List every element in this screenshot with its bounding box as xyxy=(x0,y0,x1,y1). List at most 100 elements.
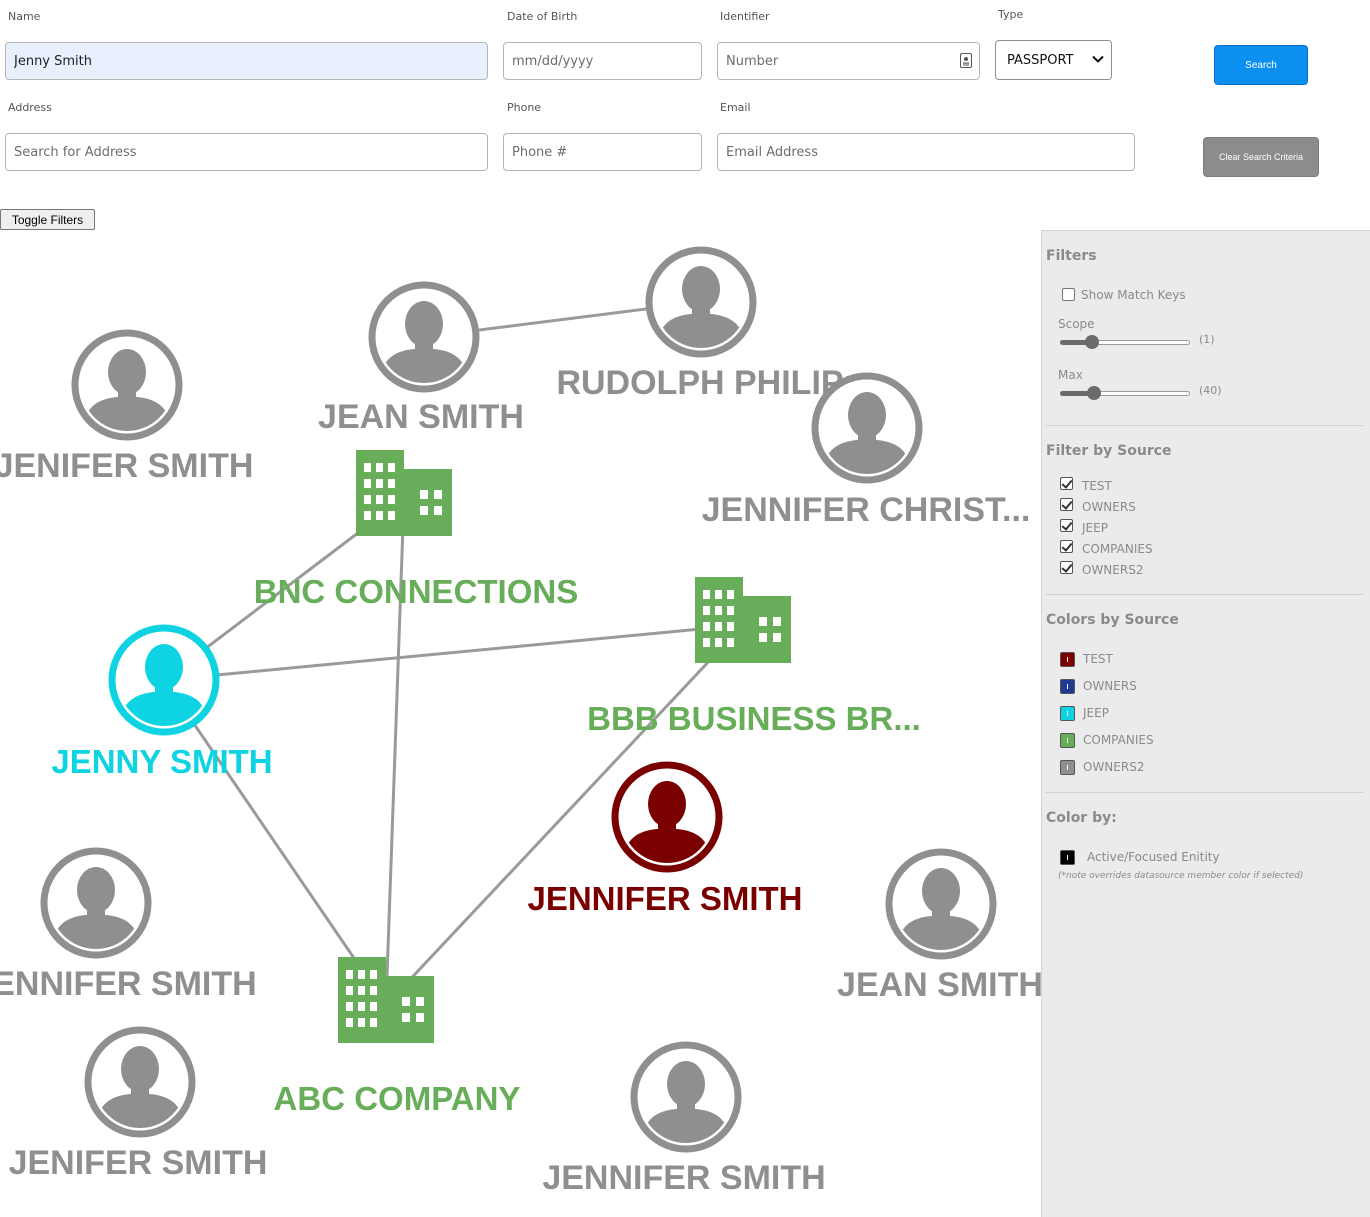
graph-edge-jenny-abc xyxy=(162,679,388,1006)
color-label-jeep: JEEP xyxy=(1083,706,1109,720)
scope-label: Scope xyxy=(1058,317,1095,331)
filters-title: Filters xyxy=(1046,248,1097,264)
graph-node-label: JENNIFER SMITH xyxy=(527,880,802,917)
graph-node-label: RUDOLPH PHILIP xyxy=(556,364,843,402)
type-select[interactable]: PASSPORT xyxy=(995,40,1112,80)
graph-node-jean-smith-top[interactable]: JEAN SMITH xyxy=(318,281,524,436)
identifier-field xyxy=(717,42,980,80)
toggle-filters-button[interactable]: Toggle Filters xyxy=(0,209,95,230)
person-icon xyxy=(811,372,923,484)
graph-canvas[interactable]: JEAN SMITH RUDOLPH PHILIP JENIFER SMITH JEN… xyxy=(0,230,1041,1217)
entity-graph[interactable]: JEAN SMITH RUDOLPH PHILIP JENIFER SMITH JEN… xyxy=(0,230,1041,1217)
graph-node-label: ABC COMPANY xyxy=(274,1080,521,1117)
type-select-value: PASSPORT xyxy=(1007,52,1074,68)
source-label-jeep: JEEP xyxy=(1082,521,1108,535)
name-label: Name xyxy=(8,10,41,23)
graph-node-label: JENNIFER CHRIST... xyxy=(702,491,1031,529)
divider xyxy=(1046,425,1364,426)
address-input[interactable] xyxy=(5,133,488,171)
max-slider[interactable] xyxy=(1060,386,1190,402)
source-checkbox-jeep[interactable] xyxy=(1060,519,1073,532)
max-value: (40) xyxy=(1199,384,1222,397)
color-label-owners: OWNERS xyxy=(1083,679,1137,693)
clear-search-button[interactable]: Clear Search Criteria xyxy=(1203,137,1319,177)
person-icon xyxy=(630,1041,742,1153)
max-slider-thumb[interactable] xyxy=(1087,386,1101,400)
type-label: Type xyxy=(998,8,1024,21)
phone-input[interactable] xyxy=(503,133,702,171)
graph-node-jennifer-bottom[interactable]: JENNIFER SMITH xyxy=(542,1041,826,1197)
person-icon xyxy=(108,624,220,736)
identifier-input[interactable] xyxy=(717,42,980,80)
color-swatch-owners[interactable] xyxy=(1060,679,1075,694)
graph-node-jenifer-left[interactable]: JENIFER SMITH xyxy=(0,329,253,485)
chevron-down-icon xyxy=(1092,55,1104,63)
identifier-label: Identifier xyxy=(720,10,770,23)
graph-node-label: JENIFER SMITH xyxy=(0,447,253,485)
email-input[interactable] xyxy=(717,133,1135,171)
color-swatch-test[interactable] xyxy=(1060,652,1075,667)
graph-node-jennifer-red[interactable]: JENNIFER SMITH xyxy=(527,761,803,917)
color-label-companies: COMPANIES xyxy=(1083,733,1154,747)
graph-node-rudolph[interactable]: RUDOLPH PHILIP xyxy=(556,246,844,402)
filters-panel: Filters Show Match Keys Scope (1) Max (4… xyxy=(1041,230,1370,1217)
color-label-test: TEST xyxy=(1083,652,1113,666)
graph-node-label: JENNIFER SMITH xyxy=(542,1159,825,1197)
graph-nodes[interactable]: JEAN SMITH RUDOLPH PHILIP JENIFER SMITH JEN… xyxy=(0,246,1041,1197)
graph-node-abc[interactable]: ABC COMPANY xyxy=(274,957,521,1117)
dob-input[interactable] xyxy=(503,42,702,80)
person-icon xyxy=(611,761,723,873)
person-icon xyxy=(368,281,480,393)
name-input[interactable] xyxy=(5,42,488,80)
color-by-title: Color by: xyxy=(1046,810,1117,826)
active-focused-label: Active/Focused Enitity xyxy=(1087,850,1220,864)
phone-label: Phone xyxy=(507,101,542,114)
scope-value: (1) xyxy=(1199,333,1215,346)
graph-edge-jenny-bbb xyxy=(163,623,744,682)
person-icon xyxy=(645,246,757,358)
source-label-test: TEST xyxy=(1082,479,1112,493)
id-card-icon xyxy=(960,53,972,68)
dob-label: Date of Birth xyxy=(507,10,578,23)
colors-by-source-title: Colors by Source xyxy=(1046,612,1179,628)
filter-by-source-title: Filter by Source xyxy=(1046,443,1172,459)
person-icon xyxy=(40,847,152,959)
color-swatch-companies[interactable] xyxy=(1060,733,1075,748)
source-label-owners2: OWNERS2 xyxy=(1082,563,1144,577)
graph-node-label: JEAN SMITH xyxy=(837,966,1041,1004)
source-label-owners: OWNERS xyxy=(1082,500,1136,514)
graph-node-bbb[interactable]: BBB BUSINESS BR... xyxy=(587,577,921,737)
graph-node-label: JENIFER SMITH xyxy=(9,1144,268,1182)
source-checkbox-companies[interactable] xyxy=(1060,540,1073,553)
building-icon xyxy=(356,450,452,536)
show-match-keys-checkbox[interactable] xyxy=(1062,288,1075,301)
email-label: Email xyxy=(720,101,751,114)
color-swatch-owners2[interactable] xyxy=(1060,760,1075,775)
graph-node-label: JENNIFER SMITH xyxy=(0,965,257,1003)
person-icon xyxy=(71,329,183,441)
source-checkbox-test[interactable] xyxy=(1060,477,1073,490)
source-label-companies: COMPANIES xyxy=(1082,542,1153,556)
graph-node-label: BNC CONNECTIONS xyxy=(254,573,579,610)
color-by-note: (*note overrides datasource member color… xyxy=(1058,871,1304,881)
graph-node-label: JENNY SMITH xyxy=(51,743,272,780)
source-checkbox-owners[interactable] xyxy=(1060,498,1073,511)
graph-node-bnc[interactable]: BNC CONNECTIONS xyxy=(254,450,579,610)
scope-slider[interactable] xyxy=(1060,335,1190,351)
source-checkbox-owners2[interactable] xyxy=(1060,561,1073,574)
graph-node-jenny[interactable]: JENNY SMITH xyxy=(51,624,273,780)
building-icon xyxy=(695,577,791,663)
show-match-keys-label: Show Match Keys xyxy=(1081,288,1186,302)
divider xyxy=(1046,792,1364,793)
color-label-owners2: OWNERS2 xyxy=(1083,760,1145,774)
scope-slider-thumb[interactable] xyxy=(1085,335,1099,349)
graph-node-label: BBB BUSINESS BR... xyxy=(587,700,921,737)
active-focused-swatch[interactable] xyxy=(1060,850,1075,865)
search-button[interactable]: Search xyxy=(1214,45,1308,85)
graph-node-jean-smith-right[interactable]: JEAN SMITH xyxy=(837,848,1041,1004)
graph-node-label: JEAN SMITH xyxy=(318,398,524,436)
graph-node-jennifer-bl[interactable]: JENNIFER SMITH xyxy=(0,847,257,1003)
divider xyxy=(1046,594,1364,595)
graph-node-jenifer-bottom[interactable]: JENIFER SMITH xyxy=(9,1026,268,1182)
color-swatch-jeep[interactable] xyxy=(1060,706,1075,721)
